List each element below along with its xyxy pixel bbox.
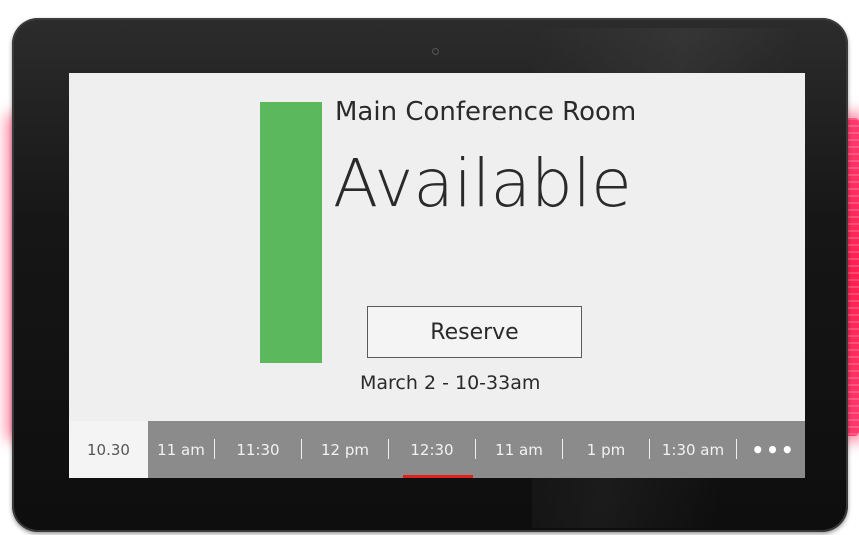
timeline-slot[interactable]: 11:30 [215, 421, 301, 478]
room-name: Main Conference Room [335, 97, 637, 127]
timeline-track: 11 am 11:30 12 pm 12:30 11 am 1 pm 1:30 … [148, 421, 805, 478]
availability-status-bar [260, 102, 322, 363]
timeline-slot[interactable]: 11 am [148, 421, 214, 478]
camera-icon [432, 48, 439, 55]
more-times-button[interactable]: ••• [746, 421, 801, 478]
active-slot-indicator [403, 475, 473, 478]
timeline: 10.30 11 am 11:30 12 pm 12:30 11 am 1 pm… [69, 421, 805, 478]
room-status: Available [333, 145, 632, 222]
current-datetime: March 2 - 10-33am [360, 372, 541, 394]
stage: Main Conference Room Available Reserve M… [0, 0, 859, 535]
room-display-screen: Main Conference Room Available Reserve M… [69, 73, 805, 478]
timeline-current-time: 10.30 [69, 421, 148, 478]
timeline-slot[interactable]: 1 pm [563, 421, 649, 478]
timeline-slot-active[interactable]: 12:30 [389, 421, 475, 478]
timeline-slot[interactable]: 11 am [476, 421, 562, 478]
reserve-button[interactable]: Reserve [367, 306, 582, 358]
timeline-slot[interactable]: 1:30 am [650, 421, 736, 478]
timeline-slot[interactable]: 12 pm [302, 421, 388, 478]
timeline-separator [736, 439, 737, 459]
